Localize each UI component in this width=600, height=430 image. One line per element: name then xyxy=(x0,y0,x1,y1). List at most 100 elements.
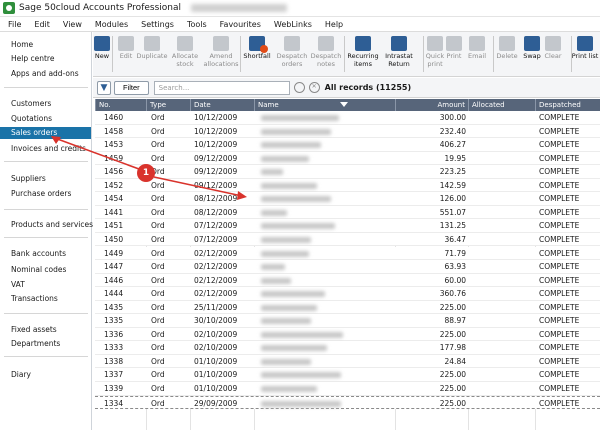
sidebar-item-diary[interactable]: Diary xyxy=(0,369,91,381)
cell-despatched: COMPLETE xyxy=(539,248,580,258)
customer-name-redacted xyxy=(261,304,317,311)
funnel-icon[interactable]: ▼ xyxy=(97,80,111,95)
column-header-type[interactable]: Type xyxy=(146,99,190,111)
table-row[interactable]: 1336 Ord 02/10/2009 225.00 COMPLETE xyxy=(95,327,600,342)
table-row[interactable]: 1444 Ord 02/12/2009 360.76 COMPLETE xyxy=(95,287,600,301)
sidebar-item-sales-orders[interactable]: Sales orders xyxy=(0,127,91,139)
duplicate-icon xyxy=(144,36,160,51)
column-header-amount[interactable]: Amount xyxy=(395,99,468,111)
menu-tools[interactable]: Tools xyxy=(187,20,207,29)
table-row[interactable]: 1446 Ord 02/12/2009 60.00 COMPLETE xyxy=(95,273,600,288)
sidebar-item-suppliers[interactable]: Suppliers xyxy=(0,173,91,185)
sidebar-item-bank-accounts[interactable]: Bank accounts xyxy=(0,248,91,260)
table-row[interactable]: 1449 Ord 02/12/2009 71.79 COMPLETE xyxy=(95,246,600,260)
cell-amount: 19.95 xyxy=(444,153,466,163)
despatch-notes-button[interactable]: Despatch notes xyxy=(308,34,344,75)
table-row[interactable]: 1456 Ord 09/12/2009 223.25 COMPLETE xyxy=(95,165,600,179)
recurring-items-button[interactable]: Recurring items xyxy=(345,34,381,75)
toolbar-divider xyxy=(423,36,424,72)
cell-amount: 60.00 xyxy=(444,275,466,285)
sidebar-item-transactions[interactable]: Transactions xyxy=(0,293,91,305)
table-row[interactable]: 1450 Ord 07/12/2009 36.47 COMPLETE xyxy=(95,232,600,247)
menu-help[interactable]: Help xyxy=(325,20,343,29)
menu-settings[interactable]: Settings xyxy=(141,20,174,29)
table-row[interactable]: 1458 Ord 10/12/2009 232.40 COMPLETE xyxy=(95,124,600,139)
table-row[interactable]: 1337 Ord 01/10/2009 225.00 COMPLETE xyxy=(95,368,600,382)
table-row[interactable]: 1454 Ord 08/12/2009 126.00 COMPLETE xyxy=(95,192,600,206)
sidebar-item-home[interactable]: Home xyxy=(0,39,91,51)
menu-file[interactable]: File xyxy=(8,20,21,29)
menu-modules[interactable]: Modules xyxy=(95,20,128,29)
menu-edit[interactable]: Edit xyxy=(34,20,50,29)
table-row[interactable]: 1452 Ord 09/12/2009 142.59 COMPLETE xyxy=(95,178,600,193)
column-header-name[interactable]: Name xyxy=(254,99,395,111)
sidebar-item-invoices-and-credits[interactable]: Invoices and credits xyxy=(0,143,91,155)
cell-amount: 551.07 xyxy=(439,207,466,217)
table-row[interactable]: 1335 Ord 30/10/2009 88.97 COMPLETE xyxy=(95,314,600,328)
search-input[interactable] xyxy=(153,80,290,95)
sidebar-item-customers[interactable]: Customers xyxy=(0,98,91,110)
sidebar-item-nominal-codes[interactable]: Nominal codes xyxy=(0,264,91,276)
table-row[interactable]: 1333 Ord 02/10/2009 177.98 COMPLETE xyxy=(95,341,600,355)
amend-allocations-button[interactable]: Amend allocations xyxy=(203,34,239,75)
table-row[interactable]: 1451 Ord 07/12/2009 131.25 COMPLETE xyxy=(95,219,600,233)
sidebar-item-apps-and-add-ons[interactable]: Apps and add-ons xyxy=(0,68,91,80)
filter-button[interactable]: Filter xyxy=(114,80,149,95)
despatch-orders-button[interactable]: Despatch orders xyxy=(274,34,310,75)
cell-date: 10/12/2009 xyxy=(194,113,238,122)
toolbar-button-label: New xyxy=(94,52,110,60)
intrastat-return-button[interactable]: Intrastat Return xyxy=(381,34,417,75)
navigation-sidebar: Home Help centre Apps and add-ons Customers… xyxy=(0,32,93,430)
menu-favourites[interactable]: Favourites xyxy=(220,20,261,29)
clear-search-icon[interactable]: ✕ xyxy=(308,82,320,93)
sidebar-item-quotations[interactable]: Quotations xyxy=(0,113,91,125)
cell-date: 10/12/2009 xyxy=(194,126,238,136)
column-header-no[interactable]: No. xyxy=(95,99,146,111)
cell-amount: 177.98 xyxy=(439,343,466,353)
cell-type: Ord xyxy=(151,207,165,217)
clear-icon xyxy=(545,36,561,51)
table-row[interactable]: 1338 Ord 01/10/2009 24.84 COMPLETE xyxy=(95,354,600,369)
toolbar-button-label: Print list xyxy=(571,52,599,60)
sidebar-item-fixed-assets[interactable]: Fixed assets xyxy=(0,324,91,336)
sidebar-item-help-centre[interactable]: Help centre xyxy=(0,53,91,65)
clear-button[interactable]: Clear xyxy=(535,34,571,75)
sidebar-item-products-and-services[interactable]: Products and services xyxy=(0,219,93,231)
shortfall-icon xyxy=(249,36,268,53)
allocate-stock-button[interactable]: Allocate stock xyxy=(167,34,203,75)
table-row[interactable]: 1339 Ord 01/10/2009 225.00 COMPLETE xyxy=(95,382,600,396)
column-header-date[interactable]: Date xyxy=(190,99,254,111)
sidebar-item-departments[interactable]: Departments xyxy=(0,338,91,350)
toolbar-button-label: Amend allocations xyxy=(203,52,239,68)
sidebar-item-vat[interactable]: VAT xyxy=(0,279,91,291)
table-row[interactable]: 1459 Ord 09/12/2009 19.95 COMPLETE xyxy=(95,151,600,166)
sidebar-divider xyxy=(4,356,88,357)
table-row[interactable]: 1435 Ord 25/11/2009 225.00 COMPLETE xyxy=(95,300,600,315)
toolbar-button-label: Email xyxy=(467,52,487,60)
table-row[interactable]: 1441 Ord 08/12/2009 551.07 COMPLETE xyxy=(95,205,600,220)
cell-no: 1441 xyxy=(104,207,124,217)
cell-amount: 225.00 xyxy=(439,302,466,312)
amend-allocations-icon xyxy=(213,36,229,51)
cell-amount: 232.40 xyxy=(439,126,466,136)
customer-name-redacted xyxy=(261,236,311,243)
table-row[interactable]: 1460 Ord 10/12/2009 300.00 COMPLETE xyxy=(95,111,600,125)
menu-view[interactable]: View xyxy=(63,20,82,29)
column-header-allocated[interactable]: Allocated xyxy=(468,99,535,111)
search-go-icon[interactable] xyxy=(293,82,305,93)
table-row[interactable]: 1453 Ord 10/12/2009 406.27 COMPLETE xyxy=(95,138,600,152)
cell-despatched: COMPLETE xyxy=(539,140,580,150)
cell-date: 29/09/2009 xyxy=(194,398,238,408)
sidebar-item-purchase-orders[interactable]: Purchase orders xyxy=(0,188,91,200)
customer-name-redacted xyxy=(261,155,309,162)
cell-date: 09/12/2009 xyxy=(194,167,238,177)
duplicate-button[interactable]: Duplicate xyxy=(134,34,170,75)
cell-date: 25/11/2009 xyxy=(194,302,238,312)
table-row[interactable]: 1447 Ord 02/12/2009 63.93 COMPLETE xyxy=(95,260,600,274)
shortfall-button[interactable]: Shortfall xyxy=(239,34,275,75)
table-row[interactable]: 1334 Ord 29/09/2009 225.00 COMPLETE xyxy=(95,395,600,410)
cell-type: Ord xyxy=(151,356,165,366)
column-header-despatched[interactable]: Despatched xyxy=(535,99,600,111)
menu-weblinks[interactable]: WebLinks xyxy=(274,20,312,29)
cell-despatched: COMPLETE xyxy=(539,113,580,122)
